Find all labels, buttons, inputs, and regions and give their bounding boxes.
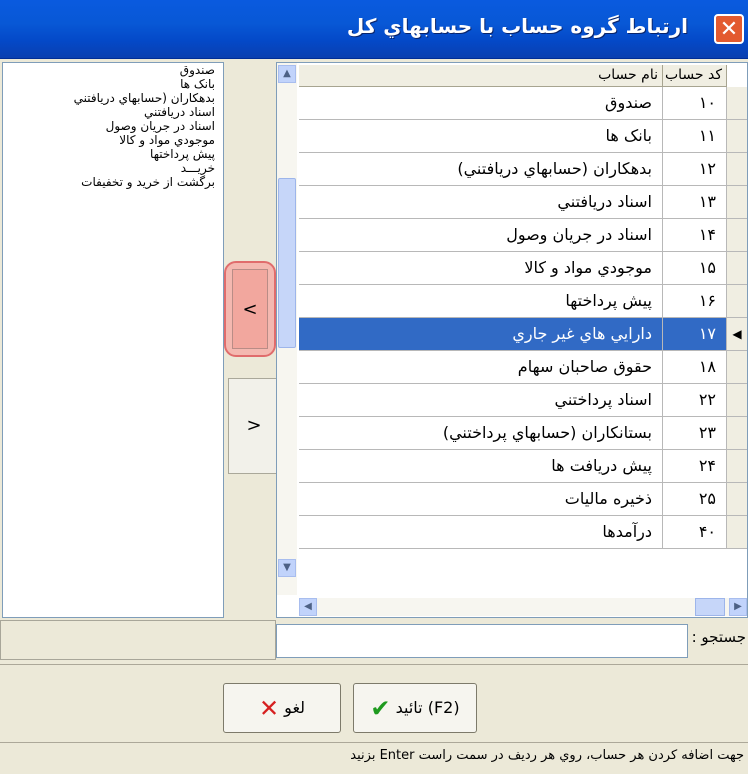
account-code-cell[interactable]: ۱۶ xyxy=(663,285,727,318)
row-indicator[interactable] xyxy=(727,87,747,120)
row-indicator[interactable] xyxy=(727,450,747,483)
column-header-code[interactable]: کد حساب xyxy=(663,65,727,87)
ok-button[interactable]: ✔ تائيد (F2) xyxy=(353,683,477,733)
account-name-cell[interactable]: بستانکاران (حسابهاي پرداختني) xyxy=(299,417,663,450)
account-name-cell[interactable]: ذخيره ماليات xyxy=(299,483,663,516)
status-bar-text: جهت اضافه كردن هر حساب، روي هر رديف در س… xyxy=(350,748,744,763)
account-code-cell[interactable]: ۱۰ xyxy=(663,87,727,120)
divider xyxy=(0,664,748,665)
table-row[interactable]: موجودي مواد و کالا ۱۵ xyxy=(299,252,747,285)
vertical-scroll-thumb[interactable] xyxy=(278,178,296,348)
row-indicator[interactable] xyxy=(727,351,747,384)
account-name-cell[interactable]: پيش پرداختها xyxy=(299,285,663,318)
scroll-down-icon[interactable]: ▼ xyxy=(278,559,296,577)
account-name-cell[interactable]: اسناد پرداختني xyxy=(299,384,663,417)
table-row[interactable]: ذخيره ماليات ۲۵ xyxy=(299,483,747,516)
dialog-window: ارتباط گروه حساب با حسابهاي کل ✕ صندوق با… xyxy=(0,0,748,774)
scroll-right-icon[interactable]: ▶ xyxy=(729,598,747,616)
window-title: ارتباط گروه حساب با حسابهاي کل xyxy=(346,14,688,38)
cancel-label: لغو xyxy=(284,698,306,717)
column-header-name[interactable]: نام حساب xyxy=(299,65,663,87)
title-bar: ارتباط گروه حساب با حسابهاي کل ✕ xyxy=(0,0,748,59)
table-row[interactable]: درآمدها ۴۰ xyxy=(299,516,747,549)
x-icon: ✕ xyxy=(258,694,280,723)
table-row[interactable]: اسناد دريافتني ۱۳ xyxy=(299,186,747,219)
account-code-cell[interactable]: ۱۷ xyxy=(663,318,727,351)
list-item[interactable]: بانک ها xyxy=(3,77,223,91)
account-name-cell[interactable]: دارايي هاي غير جاري xyxy=(299,318,663,351)
account-name-cell[interactable]: درآمدها xyxy=(299,516,663,549)
list-item[interactable]: برگشت از خريد و تخفيفات xyxy=(3,175,223,189)
horizontal-scrollbar[interactable]: ◀ ▶ xyxy=(299,598,747,616)
table-row[interactable]: بانک ها ۱۱ xyxy=(299,120,747,153)
account-code-cell[interactable]: ۱۳ xyxy=(663,186,727,219)
list-item[interactable]: اسناد در جريان وصول xyxy=(3,119,223,133)
list-item[interactable]: موجودي مواد و کالا xyxy=(3,133,223,147)
scroll-up-icon[interactable]: ▲ xyxy=(278,65,296,83)
row-indicator[interactable] xyxy=(727,153,747,186)
account-name-cell[interactable]: حقوق صاحبان سهام xyxy=(299,351,663,384)
search-input[interactable] xyxy=(276,624,688,658)
check-icon: ✔ xyxy=(370,694,391,723)
list-item[interactable]: اسناد دريافتني xyxy=(3,105,223,119)
search-label: جستجو : xyxy=(691,628,746,646)
row-indicator[interactable] xyxy=(727,219,747,252)
account-code-cell[interactable]: ۲۵ xyxy=(663,483,727,516)
account-code-cell[interactable]: ۱۴ xyxy=(663,219,727,252)
table-row[interactable]: بدهکاران (حسابهاي دريافتني) ۱۲ xyxy=(299,153,747,186)
account-code-cell[interactable]: ۲۳ xyxy=(663,417,727,450)
remove-account-button[interactable]: > xyxy=(228,378,280,474)
accounts-grid: ▲ ▼ نام حساب کد حساب صندوق ۱۰ بانک ها ۱۱ بده… xyxy=(276,62,748,618)
row-indicator[interactable] xyxy=(727,252,747,285)
account-code-cell[interactable]: ۲۴ xyxy=(663,450,727,483)
list-item[interactable]: خريـــد xyxy=(3,161,223,175)
add-arrow-icon: < xyxy=(232,269,268,349)
list-item[interactable]: بدهکاران (حسابهاي دريافتني xyxy=(3,91,223,105)
account-name-cell[interactable]: پيش دريافت ها xyxy=(299,450,663,483)
current-row-arrow-icon[interactable]: ◀ xyxy=(727,318,747,351)
table-row[interactable]: اسناد در جريان وصول ۱۴ xyxy=(299,219,747,252)
row-indicator[interactable] xyxy=(727,417,747,450)
account-code-cell[interactable]: ۲۲ xyxy=(663,384,727,417)
divider xyxy=(0,742,748,743)
cancel-button[interactable]: ✕ لغو xyxy=(223,683,341,733)
table-row[interactable]: بستانکاران (حسابهاي پرداختني) ۲۳ xyxy=(299,417,747,450)
close-icon: ✕ xyxy=(719,17,739,42)
table-row[interactable]: پيش پرداختها ۱۶ xyxy=(299,285,747,318)
table-row[interactable]: حقوق صاحبان سهام ۱۸ xyxy=(299,351,747,384)
table-row[interactable]: اسناد پرداختني ۲۲ xyxy=(299,384,747,417)
account-name-cell[interactable]: اسناد دريافتني xyxy=(299,186,663,219)
account-code-cell[interactable]: ۱۸ xyxy=(663,351,727,384)
scroll-left-icon[interactable]: ◀ xyxy=(299,598,317,616)
list-item[interactable]: پيش پرداختها xyxy=(3,147,223,161)
list-item[interactable]: صندوق xyxy=(3,63,223,77)
horizontal-scroll-thumb[interactable] xyxy=(695,598,725,616)
row-indicator[interactable] xyxy=(727,384,747,417)
selected-accounts-list[interactable]: صندوق بانک ها بدهکاران (حسابهاي دريافتني اس… xyxy=(2,62,224,618)
account-name-cell[interactable]: موجودي مواد و کالا xyxy=(299,252,663,285)
account-name-cell[interactable]: اسناد در جريان وصول xyxy=(299,219,663,252)
add-account-button[interactable]: < xyxy=(224,261,276,357)
vertical-scrollbar[interactable]: ▲ ▼ xyxy=(277,63,297,595)
account-name-cell[interactable]: بدهکاران (حسابهاي دريافتني) xyxy=(299,153,663,186)
search-spacer xyxy=(0,620,276,660)
account-code-cell[interactable]: ۱۵ xyxy=(663,252,727,285)
ok-label: تائيد (F2) xyxy=(395,698,460,717)
row-indicator[interactable] xyxy=(727,120,747,153)
account-code-cell[interactable]: ۱۱ xyxy=(663,120,727,153)
table-row[interactable]: پيش دريافت ها ۲۴ xyxy=(299,450,747,483)
table-row[interactable]: صندوق ۱۰ xyxy=(299,87,747,120)
account-code-cell[interactable]: ۴۰ xyxy=(663,516,727,549)
row-indicator[interactable] xyxy=(727,186,747,219)
table-row[interactable]: دارايي هاي غير جاري ۱۷ ◀ xyxy=(299,318,747,351)
row-indicator[interactable] xyxy=(727,516,747,549)
account-name-cell[interactable]: بانک ها xyxy=(299,120,663,153)
row-indicator[interactable] xyxy=(727,285,747,318)
row-indicator[interactable] xyxy=(727,483,747,516)
close-button[interactable]: ✕ xyxy=(714,14,744,44)
account-code-cell[interactable]: ۱۲ xyxy=(663,153,727,186)
account-name-cell[interactable]: صندوق xyxy=(299,87,663,120)
